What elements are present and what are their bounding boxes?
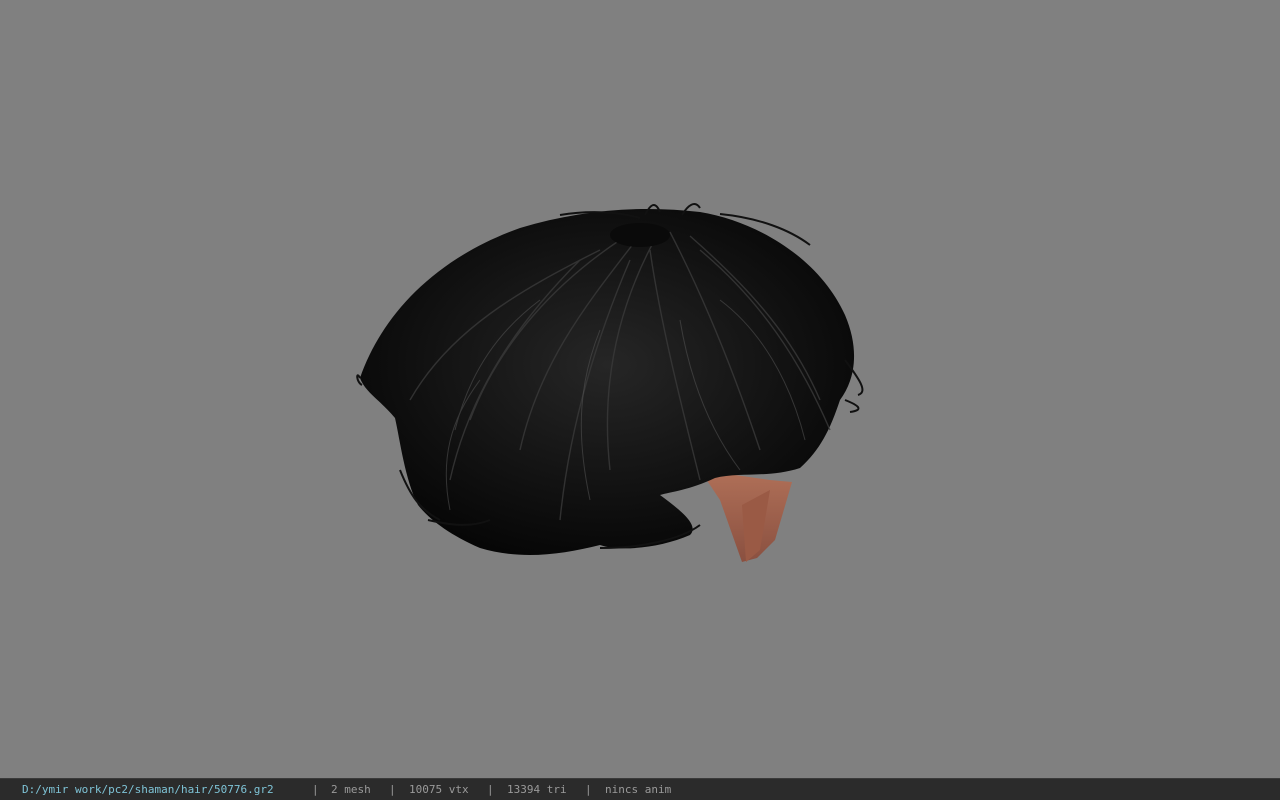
status-separator: | bbox=[585, 783, 592, 796]
hair-model-render[interactable] bbox=[0, 0, 1280, 778]
status-separator: | bbox=[389, 783, 396, 796]
triangle-count: 13394 tri bbox=[507, 783, 567, 796]
hair-mesh bbox=[356, 203, 864, 556]
3d-viewport[interactable] bbox=[0, 0, 1280, 778]
status-separator: | bbox=[487, 783, 494, 796]
vertex-count: 10075 vtx bbox=[409, 783, 469, 796]
mesh-count: 2 mesh bbox=[331, 783, 371, 796]
animation-status: nincs anim bbox=[605, 783, 672, 796]
status-separator: | bbox=[312, 783, 319, 796]
file-path: D:/ymir work/pc2/shaman/hair/50776.gr2 bbox=[22, 783, 274, 796]
status-bar: D:/ymir work/pc2/shaman/hair/50776.gr2 |… bbox=[0, 778, 1280, 800]
